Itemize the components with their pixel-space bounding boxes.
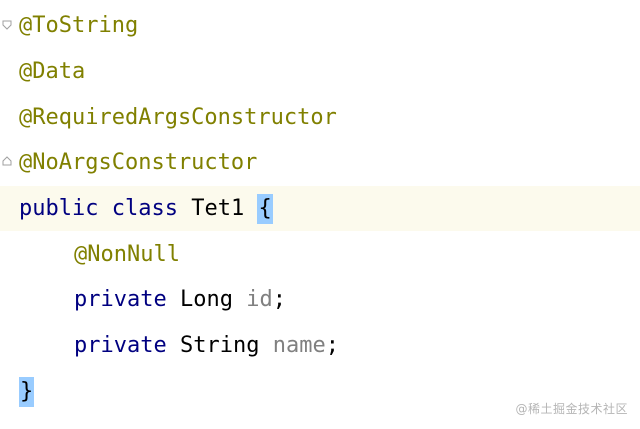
code-line-3[interactable]: @RequiredArgsConstructor xyxy=(0,95,640,140)
code-line-1[interactable]: @ToString xyxy=(0,3,640,48)
code-line-8[interactable]: private String name; xyxy=(0,323,640,368)
keyword-private: private xyxy=(74,287,167,312)
keyword-class: class xyxy=(111,196,178,221)
annotation-nonnull: @NonNull xyxy=(74,242,180,267)
annotation-data: @Data xyxy=(19,59,86,84)
code-line-7[interactable]: private Long id; xyxy=(0,277,640,322)
close-brace-highlight: } xyxy=(19,377,35,407)
class-name: Tet1 xyxy=(191,196,245,221)
field-id: id xyxy=(246,287,273,312)
keyword-private: private xyxy=(74,333,167,358)
semicolon: ; xyxy=(272,287,286,312)
open-brace-highlight: { xyxy=(257,194,273,224)
code-line-2[interactable]: @Data xyxy=(0,49,640,94)
code-line-6[interactable]: @NonNull xyxy=(0,232,640,277)
annotation-tostring: @ToString xyxy=(19,13,139,38)
code-editor[interactable]: @ToString @Data @RequiredArgsConstructor… xyxy=(0,0,640,429)
annotation-no-args-constructor: @NoArgsConstructor xyxy=(19,150,258,175)
type-string: String xyxy=(179,333,260,358)
annotation-required-args-constructor: @RequiredArgsConstructor xyxy=(19,105,337,130)
code-line-4[interactable]: @NoArgsConstructor xyxy=(0,140,640,185)
semicolon: ; xyxy=(325,333,339,358)
code-line-5-current[interactable]: public class Tet1 { xyxy=(0,186,640,231)
type-long: Long xyxy=(179,287,233,312)
keyword-public: public xyxy=(19,196,99,221)
field-name: name xyxy=(272,333,326,358)
watermark: @稀土掘金技术社区 xyxy=(515,402,628,416)
